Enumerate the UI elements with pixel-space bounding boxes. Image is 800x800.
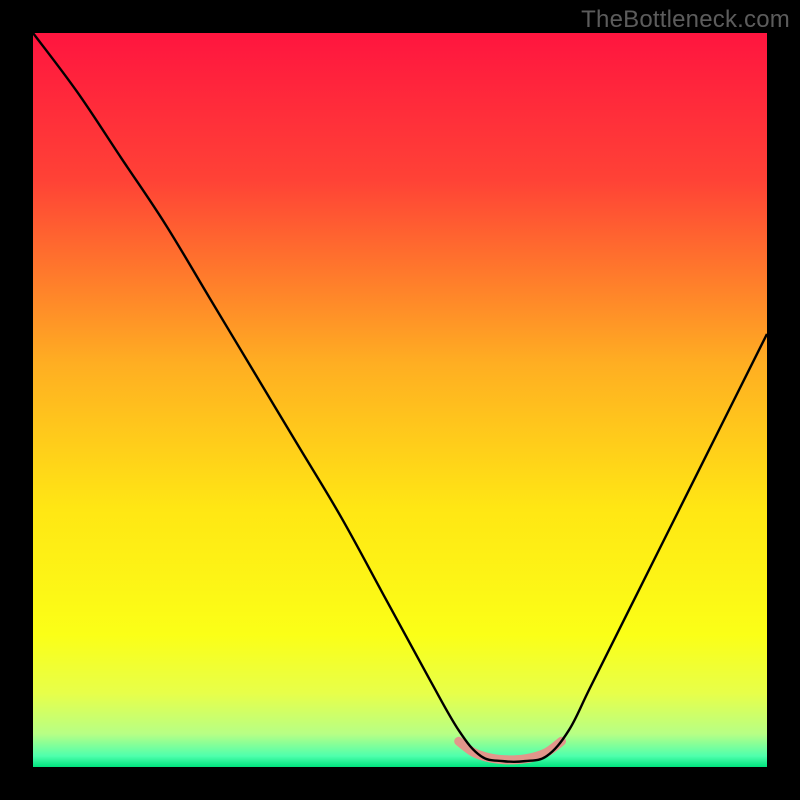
watermark-text: TheBottleneck.com [581, 6, 790, 34]
gradient-fill [33, 33, 767, 767]
bottleneck-chart [33, 33, 767, 767]
chart-frame [33, 33, 767, 767]
